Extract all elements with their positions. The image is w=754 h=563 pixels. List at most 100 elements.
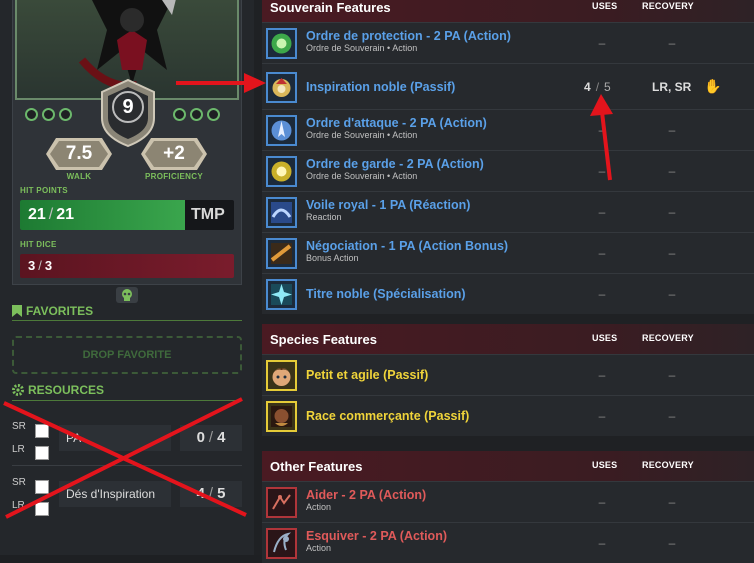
lr-label: LR [12,500,25,511]
sr-checkbox[interactable] [35,480,49,494]
feature-uses: – [598,36,606,50]
souverain-features-section: Souverain Features USES RECOVERY Ordre d… [262,0,754,314]
recovery-col-header: RECOVERY [642,1,694,11]
feature-subtitle: Action [306,543,332,553]
features-panel: Souverain Features USES RECOVERY Ordre d… [254,0,754,563]
resource-count[interactable]: 4/5 [180,481,242,507]
feature-name[interactable]: Ordre de protection - 2 PA (Action) [306,29,511,43]
feature-row[interactable]: Aider - 2 PA (Action) Action – – [262,481,754,522]
feature-recovery: – [668,495,676,509]
feature-row[interactable]: Inspiration noble (Passif) 4/5 LR, SR ✋ [262,63,754,109]
feature-row[interactable]: Ordre d'attaque - 2 PA (Action) Ordre de… [262,109,754,150]
left-pips [25,108,72,121]
divider [12,400,242,401]
species-features-section: Species Features USES RECOVERY Petit et … [262,324,754,436]
veil-icon [266,197,297,228]
feature-row[interactable]: Voile royal - 1 PA (Réaction) Reaction –… [262,191,754,232]
resource-max: 4 [217,429,226,446]
feature-uses[interactable]: 4/5 [584,80,611,94]
feature-row[interactable]: Petit et agile (Passif) – – [262,354,754,395]
feature-name[interactable]: Ordre de garde - 2 PA (Action) [306,157,484,171]
pip[interactable] [190,108,203,121]
lr-checkbox[interactable] [35,502,49,516]
feature-name[interactable]: Esquiver - 2 PA (Action) [306,529,447,543]
feature-name[interactable]: Petit et agile (Passif) [306,368,428,382]
skull-icon [122,289,132,301]
uses-max: 5 [604,80,611,94]
pip[interactable] [59,108,72,121]
feature-row[interactable]: Ordre de protection - 2 PA (Action) Ordr… [262,22,754,63]
feature-name[interactable]: Race commerçante (Passif) [306,409,469,423]
resources-heading: RESOURCES [12,383,104,397]
resource-current: 4 [196,485,205,502]
pip[interactable] [173,108,186,121]
resource-count[interactable]: 0/4 [180,425,242,451]
feature-uses: – [598,164,606,178]
feature-uses: – [598,495,606,509]
lr-label: LR [12,444,25,455]
resource-name[interactable]: PA [59,425,171,451]
feature-recovery: – [668,123,676,137]
bookmark-icon [12,305,22,317]
hit-points-bar[interactable]: 21/21 TMP [20,200,234,230]
proficiency-label: PROFICIENCY [145,172,203,181]
sr-label: SR [12,477,26,488]
hd-current: 3 [28,258,36,273]
feature-name[interactable]: Ordre d'attaque - 2 PA (Action) [306,116,487,130]
pip[interactable] [42,108,55,121]
favorites-title: FAVORITES [26,304,94,318]
walk-label: WALK [66,172,92,181]
feature-uses: – [598,246,606,260]
section-title: Other Features [270,459,363,474]
feature-uses: – [598,409,606,423]
feature-row[interactable]: Ordre de garde - 2 PA (Action) Ordre de … [262,150,754,191]
feature-subtitle: Ordre de Souverain • Action [306,43,418,53]
hand-pointer-icon[interactable]: ✋ [704,78,721,95]
pip[interactable] [207,108,220,121]
feature-recovery: LR, SR [652,80,692,94]
resource-name[interactable]: Dés d'Inspiration [59,481,171,507]
feature-name[interactable]: Inspiration noble (Passif) [306,80,455,94]
drop-favorite-zone[interactable]: DROP FAVORITE [12,336,242,374]
feature-uses: – [598,536,606,550]
hit-points-label: HIT POINTS [20,186,68,195]
feature-row[interactable]: Race commerçante (Passif) – – [262,395,754,436]
lr-checkbox[interactable] [35,446,49,460]
feature-name[interactable]: Titre noble (Spécialisation) [306,287,466,301]
walk-value: 7.5 [65,143,93,164]
feature-subtitle: Bonus Action [306,253,359,263]
feature-name[interactable]: Voile royal - 1 PA (Réaction) [306,198,470,212]
section-title: Species Features [270,332,377,347]
help-icon [266,487,297,518]
recovery-col-header: RECOVERY [642,333,694,343]
feature-row[interactable]: Titre noble (Spécialisation) – – [262,273,754,314]
feature-recovery: – [668,36,676,50]
guard-icon [266,156,297,187]
feature-row[interactable]: Négociation - 1 PA (Action Bonus) Bonus … [262,232,754,273]
feature-recovery: – [668,368,676,382]
feature-subtitle: Ordre de Souverain • Action [306,171,418,181]
sr-checkbox[interactable] [35,424,49,438]
section-header: Souverain Features USES RECOVERY [262,0,754,22]
death-saves-button[interactable] [116,287,138,303]
divider [12,465,242,466]
feature-subtitle: Reaction [306,212,342,222]
feature-uses: – [598,287,606,301]
temp-hp-button[interactable]: TMP [191,206,225,224]
section-title: Souverain Features [270,0,391,15]
hit-dice-bar[interactable]: 3/3 [20,254,234,278]
title-icon [266,279,297,310]
feature-name[interactable]: Aider - 2 PA (Action) [306,488,426,502]
feature-recovery: – [668,164,676,178]
divider [12,320,242,321]
feature-recovery: – [668,205,676,219]
feature-name[interactable]: Négociation - 1 PA (Action Bonus) [306,239,508,253]
recovery-col-header: RECOVERY [642,460,694,470]
resources-title: RESOURCES [28,383,105,397]
resource-current: 0 [196,429,205,446]
favorites-heading: FAVORITES [12,304,93,318]
feature-row[interactable]: Esquiver - 2 PA (Action) Action – – [262,522,754,563]
feature-uses: – [598,123,606,137]
protection-icon [266,28,297,59]
pip[interactable] [25,108,38,121]
